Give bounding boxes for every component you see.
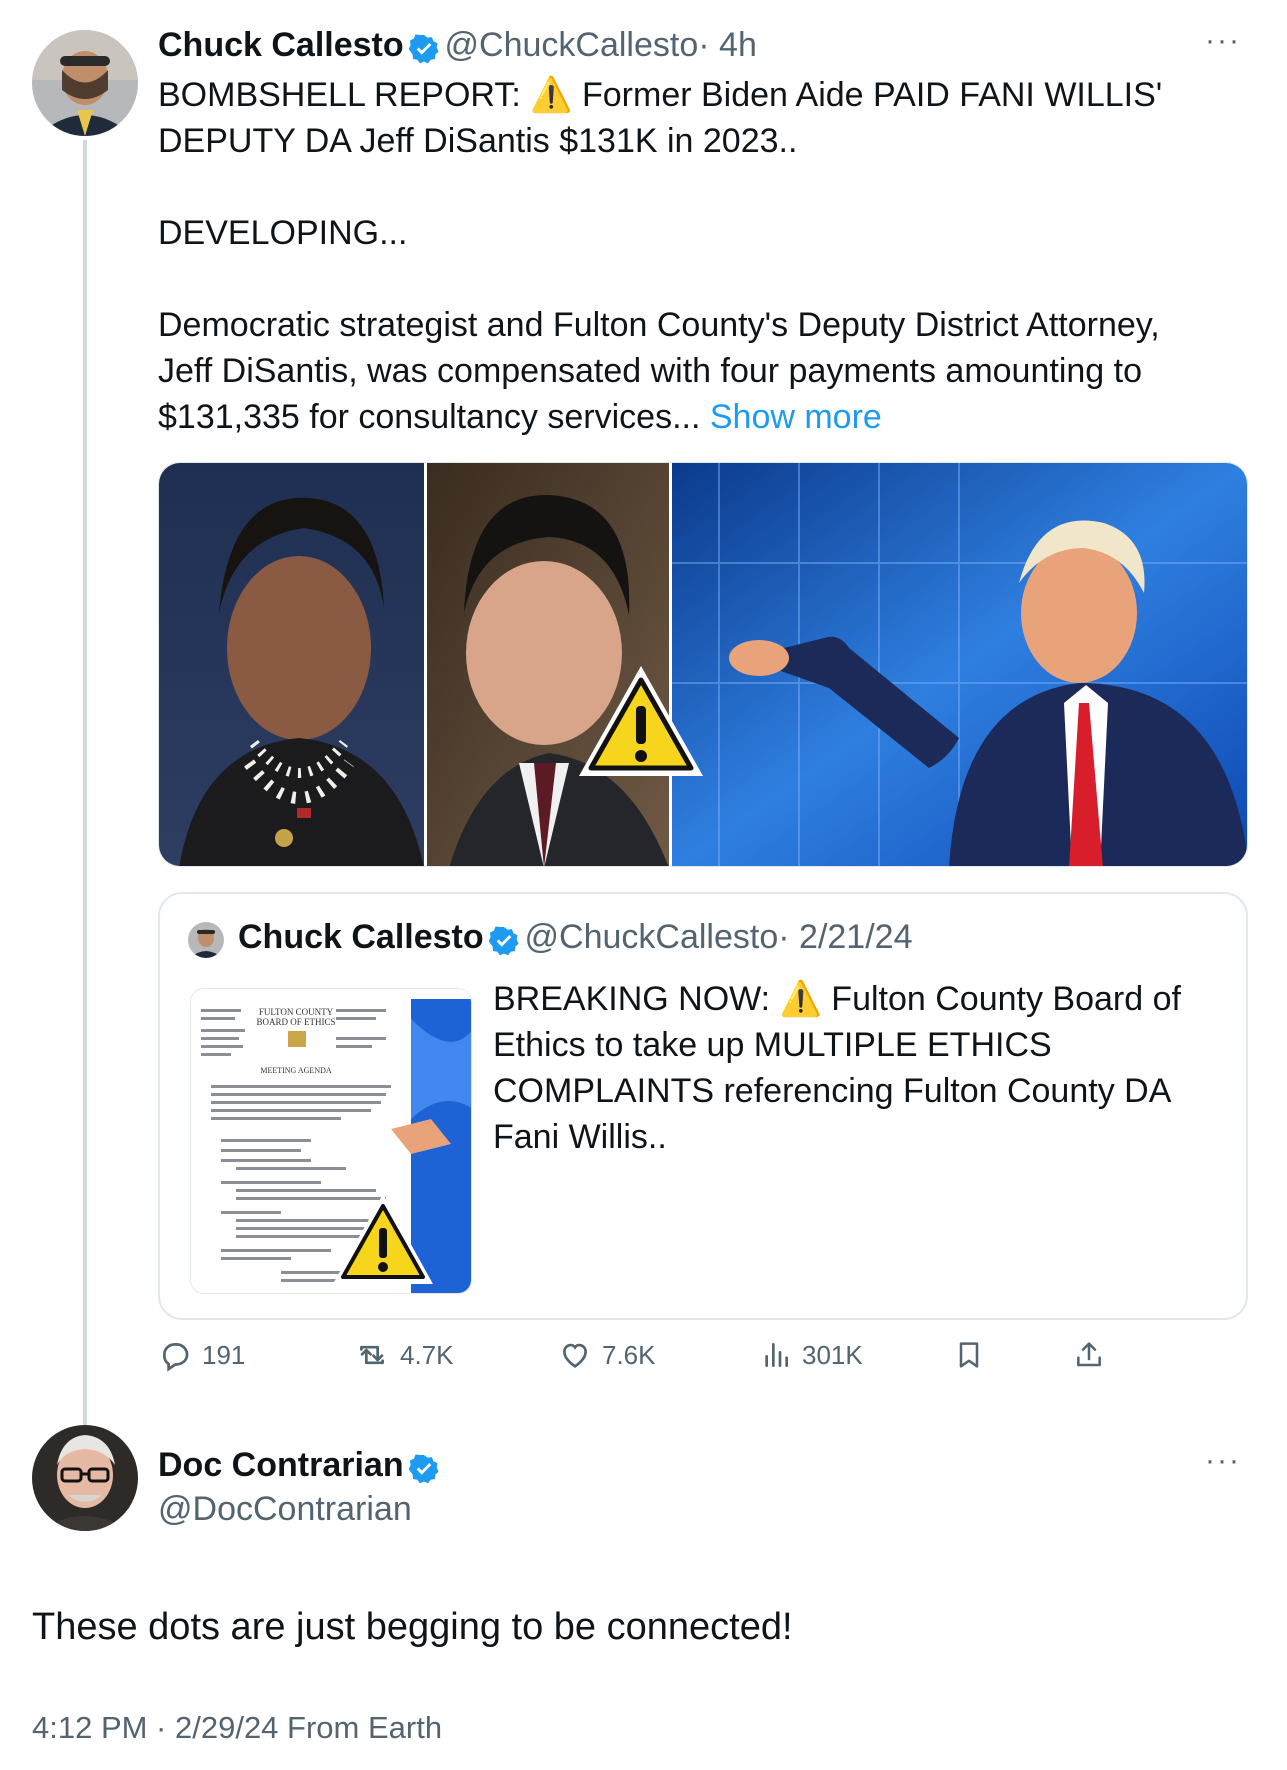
show-more-link[interactable]: Show more	[710, 398, 882, 436]
repost-count: 4.7K	[400, 1339, 454, 1370]
quote-author-handle: @ChuckCallesto	[524, 918, 779, 956]
quoted-tweet[interactable]: Chuck Callesto @ChuckCallesto· 2/21/24 F…	[158, 892, 1248, 1320]
quote-date: · 2/21/24	[778, 918, 913, 956]
author-name[interactable]: Chuck Callesto	[158, 26, 404, 64]
tweet-text: BOMBSHELL REPORT: ⚠️ Former Biden Aide P…	[158, 72, 1248, 440]
tweet-text-line: Democratic strategist and Fulton County'…	[158, 306, 1160, 344]
verified-badge-icon	[408, 1453, 440, 1490]
author-handle[interactable]: @ChuckCallesto	[445, 26, 699, 64]
verified-badge-icon	[488, 925, 520, 962]
reply-icon	[163, 1343, 189, 1372]
reply-header: Doc Contrarian	[158, 1446, 440, 1490]
reply-author-name[interactable]: Doc Contrarian	[158, 1446, 404, 1484]
views-count: 301K	[802, 1339, 863, 1370]
reply-text: These dots are just begging to be connec…	[32, 1606, 793, 1648]
heart-icon	[563, 1343, 587, 1368]
like-button[interactable]: 7.6K	[558, 1338, 656, 1372]
quote-text-line: Fani Willis..	[493, 1118, 667, 1156]
like-count: 7.6K	[602, 1339, 656, 1370]
quote-text-line: COMPLAINTS referencing Fulton County DA	[493, 1072, 1172, 1110]
more-options-icon[interactable]: ···	[1205, 1444, 1241, 1478]
thread-line	[83, 140, 87, 1425]
bookmark-button[interactable]	[953, 1338, 985, 1372]
more-options-icon[interactable]: ···	[1205, 24, 1241, 58]
bookmark-icon	[959, 1342, 979, 1368]
doc-heading: BOARD OF ETHICS	[256, 1017, 335, 1027]
repost-icon	[360, 1345, 384, 1365]
reply-timestamp[interactable]: 4:12 PM · 2/29/24 From Earth	[32, 1710, 442, 1746]
views-button[interactable]: 301K	[760, 1338, 863, 1372]
reply-author-handle[interactable]: @DocContrarian	[158, 1490, 412, 1529]
media-image[interactable]	[158, 462, 1248, 867]
reply-button[interactable]: 191	[158, 1338, 245, 1372]
doc-heading: FULTON COUNTY	[259, 1007, 334, 1017]
quote-text-line: BREAKING NOW: ⚠️ Fulton County Board of	[493, 980, 1181, 1018]
avatar[interactable]	[32, 30, 138, 136]
reply-avatar[interactable]	[32, 1425, 138, 1531]
tweet-text-line: $131,335 for consultancy services...	[158, 398, 701, 436]
tweet-header: Chuck Callesto @ChuckCallesto· 4h	[158, 26, 757, 70]
quote-text: BREAKING NOW: ⚠️ Fulton County Board of …	[493, 976, 1193, 1160]
tweet-text-line: DEPUTY DA Jeff DiSantis $131K in 2023..	[158, 122, 798, 160]
tweet-text-line: Jeff DiSantis, was compensated with four…	[158, 352, 1142, 390]
share-icon	[1077, 1342, 1101, 1367]
tweet-text-line: BOMBSHELL REPORT: ⚠️ Former Biden Aide P…	[158, 76, 1163, 114]
verified-badge-icon	[408, 33, 440, 70]
doc-subheading: MEETING AGENDA	[260, 1066, 332, 1075]
reply-count: 191	[202, 1339, 246, 1370]
views-chart-icon	[765, 1343, 788, 1367]
tweet-time[interactable]: · 4h	[698, 26, 757, 64]
quote-text-line: Ethics to take up MULTIPLE ETHICS	[493, 1026, 1052, 1064]
share-button[interactable]	[1073, 1338, 1105, 1372]
quote-avatar	[188, 922, 224, 958]
tweet-text-line: DEVELOPING...	[158, 214, 408, 252]
action-bar: 191 4.7K 7.6K 301K	[158, 1338, 1158, 1382]
quote-thumbnail-image: FULTON COUNTY BOARD OF ETHICS MEETING AG…	[190, 988, 472, 1294]
quote-header: Chuck Callesto @ChuckCallesto· 2/21/24	[238, 918, 912, 962]
repost-button[interactable]: 4.7K	[354, 1338, 454, 1372]
quote-author-name: Chuck Callesto	[238, 918, 484, 956]
